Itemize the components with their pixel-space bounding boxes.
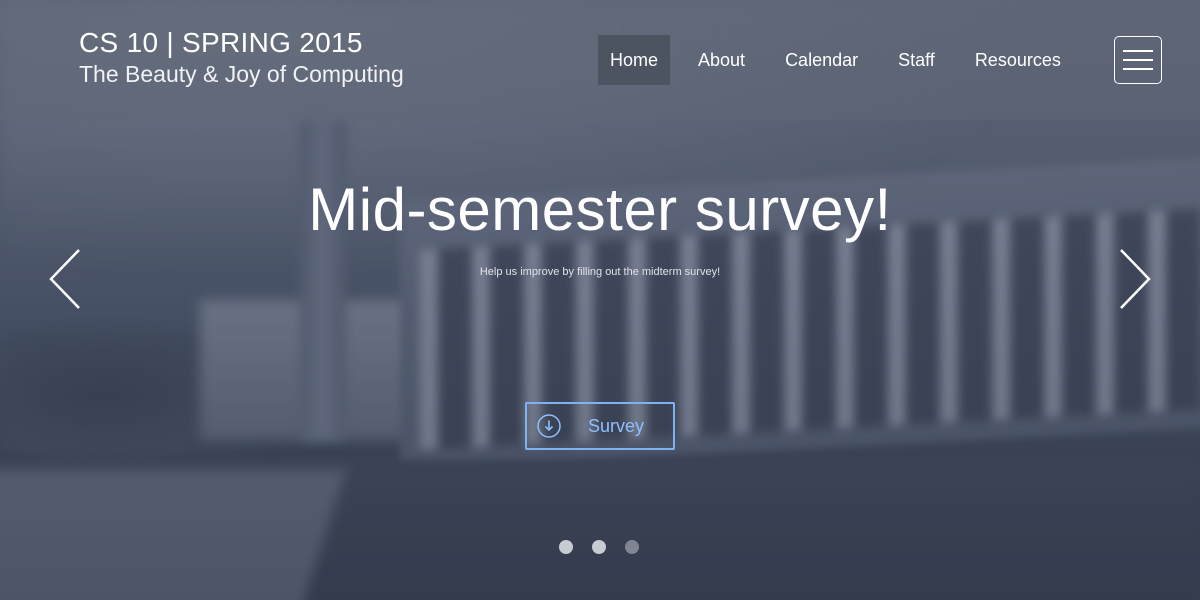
- nav-item-calendar[interactable]: Calendar: [773, 35, 870, 85]
- hamburger-menu-icon: [1123, 50, 1153, 52]
- survey-button-label: Survey: [588, 415, 645, 436]
- chevron-left-icon: [49, 249, 80, 309]
- hamburger-menu-button[interactable]: [1114, 36, 1162, 84]
- carousel-indicators: [559, 540, 639, 554]
- carousel-prev-button[interactable]: [47, 248, 87, 310]
- site-header: CS 10 | SPRING 2015 The Beauty & Joy of …: [0, 0, 1200, 120]
- slide-heading: Mid-semester survey!: [308, 176, 892, 243]
- nav-item-about[interactable]: About: [686, 35, 757, 85]
- carousel-next-button[interactable]: [1115, 248, 1155, 310]
- nav-item-home[interactable]: Home: [598, 35, 671, 85]
- page: CS 10 | SPRING 2015 The Beauty & Joy of …: [0, 0, 1200, 600]
- chevron-right-icon: [1120, 249, 1151, 309]
- nav-item-resources[interactable]: Resources: [963, 35, 1073, 85]
- survey-button[interactable]: Survey: [525, 402, 675, 450]
- site-title[interactable]: CS 10 | SPRING 2015: [79, 27, 404, 59]
- site-subtitle: The Beauty & Joy of Computing: [79, 61, 404, 87]
- nav-item-staff[interactable]: Staff: [886, 35, 947, 85]
- slide-caption: Help us improve by filling out the midte…: [479, 266, 721, 278]
- carousel-indicator-2[interactable]: [592, 540, 606, 554]
- carousel-indicator-3[interactable]: [625, 540, 639, 554]
- main-nav: Home About Calendar Staff Resources: [598, 35, 1073, 85]
- download-circle-icon: [537, 414, 561, 438]
- brand[interactable]: CS 10 | SPRING 2015 The Beauty & Joy of …: [79, 27, 404, 89]
- carousel-indicator-1[interactable]: [559, 540, 573, 554]
